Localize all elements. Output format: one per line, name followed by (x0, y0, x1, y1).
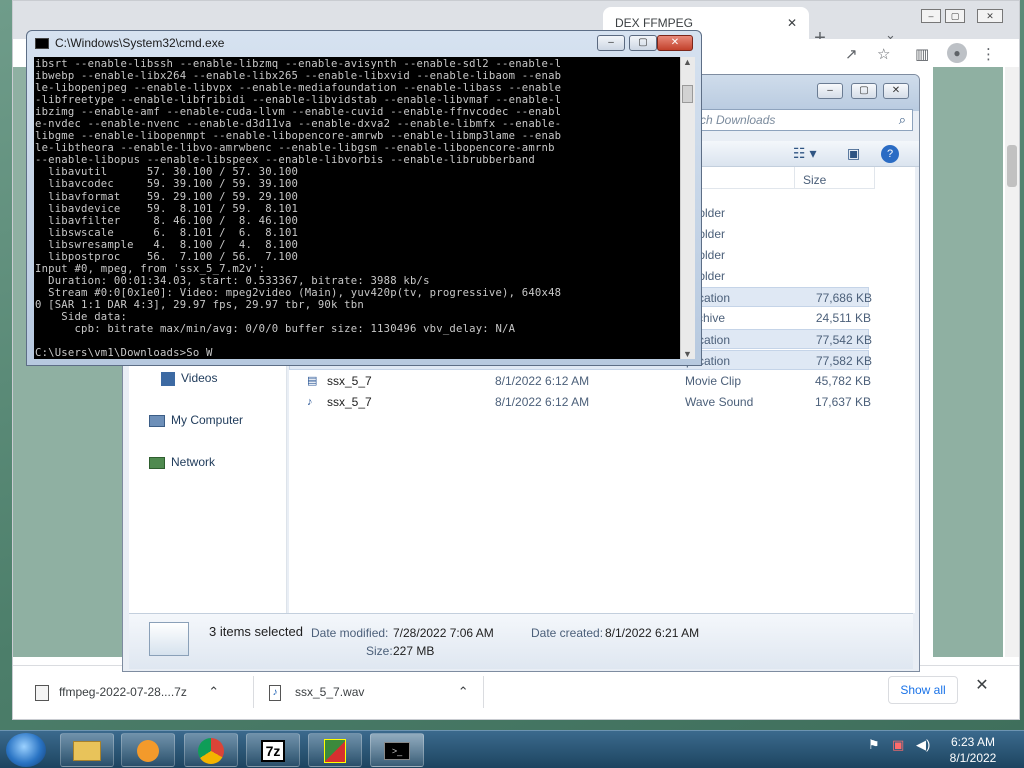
size-value: 227 MB (393, 644, 435, 658)
file-size: 17,637 KB (814, 395, 871, 409)
search-icon[interactable]: ⌕ (899, 112, 906, 128)
cmd-window-icon (35, 38, 49, 49)
nav-item-label: My Computer (171, 413, 244, 427)
explorer-search-input[interactable]: ch Downloads ⌕ (693, 109, 913, 131)
file-type: Movie Clip (685, 374, 742, 388)
nav-item-network[interactable]: Network (149, 455, 215, 469)
file-row[interactable]: ▤ ssx_5_7 8/1/2022 6:12 AM Movie Clip 45,782… (289, 371, 871, 391)
file-size: 24,511 KB (815, 311, 871, 325)
clock-time: 6:23 AM (950, 735, 996, 749)
explorer-minimize-button[interactable]: – (817, 83, 843, 99)
show-all-downloads-button[interactable]: Show all (888, 676, 958, 704)
network-status-icon[interactable]: ▣ (892, 737, 904, 753)
date-modified-label: Date modified: (311, 626, 389, 640)
download-item-audio[interactable]: ♪ ssx_5_7.wav ⌃ (269, 680, 469, 704)
download-item-archive[interactable]: ffmpeg-2022-07-28....7z ⌃ (35, 680, 219, 704)
size-label: Size: (366, 644, 393, 658)
selection-count: 3 items selected (209, 624, 303, 639)
page-scrollbar-thumb[interactable] (1007, 145, 1017, 187)
cmd-icon[interactable]: >_ (370, 733, 424, 767)
file-size: 77,582 KB (815, 354, 872, 368)
scroll-down-icon[interactable]: ▼ (683, 349, 692, 359)
cmd-window: C:\Windows\System32\cmd.exe – ▢ ✕ ibsrt … (26, 30, 702, 366)
file-size: 77,686 KB (815, 291, 872, 305)
7zip-icon[interactable]: 7z (246, 733, 300, 767)
7zip-label: 7z (260, 740, 286, 763)
details-pane: 3 items selected Date modified: 7/28/202… (129, 613, 913, 669)
browser-tab-title: DEX FFMPEG (615, 16, 694, 30)
file-size: 45,782 KB (814, 374, 871, 388)
explorer-icon[interactable] (60, 733, 114, 767)
nav-item-label: Network (171, 455, 216, 469)
file-size: 77,542 KB (815, 333, 872, 347)
cmd-scrollbar-thumb[interactable] (682, 85, 693, 103)
cmd-minimize-button[interactable]: – (597, 35, 625, 51)
network-icon (149, 456, 165, 469)
file-date: 8/1/2022 6:12 AM (495, 374, 590, 388)
volume-icon[interactable]: ◀) (916, 737, 930, 753)
file-type: Wave Sound (685, 395, 754, 409)
action-center-icon[interactable]: ⚑ (868, 737, 880, 753)
file-date: 8/1/2022 6:12 AM (495, 395, 590, 409)
start-button[interactable] (6, 733, 46, 767)
file-app-icon[interactable] (308, 733, 362, 767)
chrome-maximize-button[interactable]: ▢ (945, 9, 965, 23)
profile-avatar-icon[interactable]: ● (947, 43, 967, 63)
explorer-maximize-button[interactable]: ▢ (851, 83, 877, 99)
taskbar: 7z >_ ⚑ ▣ ◀) 6:23 AM 8/1/2022 (0, 730, 1024, 768)
share-icon[interactable]: ↗ (845, 45, 858, 63)
date-created-value: 8/1/2022 6:21 AM (605, 626, 700, 640)
download-separator (253, 676, 254, 708)
nav-item-my-computer[interactable]: My Computer (149, 413, 243, 427)
tab-close-icon[interactable]: ✕ (787, 16, 797, 30)
wave-file-icon: ♪ (307, 396, 313, 408)
audio-file-icon: ♪ (269, 684, 281, 701)
computer-icon (149, 414, 165, 427)
download-item-name: ffmpeg-2022-07-28....7z (59, 685, 187, 699)
console-text: ibsrt --enable-libssh --enable-libzmq --… (35, 58, 562, 359)
download-separator (483, 676, 484, 708)
search-placeholder: ch Downloads (700, 113, 776, 127)
bookmark-star-icon[interactable]: ☆ (877, 45, 890, 63)
download-shelf: ffmpeg-2022-07-28....7z ⌃ ♪ ssx_5_7.wav ⌃ (13, 665, 1019, 719)
chevron-up-icon[interactable]: ⌃ (458, 684, 469, 699)
selection-thumbnail-icon (149, 622, 189, 656)
cmd-window-title: C:\Windows\System32\cmd.exe (55, 36, 225, 50)
videos-icon (161, 371, 175, 386)
chevron-up-icon[interactable]: ⌃ (208, 684, 219, 699)
help-icon[interactable]: ? (881, 145, 899, 163)
close-download-shelf-icon[interactable]: ✕ (972, 676, 992, 696)
download-item-name: ssx_5_7.wav (295, 685, 365, 699)
chrome-minimize-button[interactable]: – (921, 9, 941, 23)
console-output[interactable]: ibsrt --enable-libssh --enable-libzmq --… (34, 57, 680, 359)
file-name: ssx_5_7 (327, 374, 372, 388)
preview-pane-icon[interactable]: ▣ (847, 145, 860, 162)
clock-date: 8/1/2022 (949, 751, 997, 765)
movie-file-icon: ▤ (307, 375, 318, 387)
explorer-close-button[interactable]: ✕ (883, 83, 909, 99)
media-player-icon[interactable] (121, 733, 175, 767)
scroll-up-icon[interactable]: ▲ (683, 57, 692, 67)
date-modified-value: 7/28/2022 7:06 AM (393, 626, 494, 640)
date-created-label: Date created: (531, 626, 604, 640)
chrome-menu-icon[interactable]: ⋮ (981, 45, 996, 63)
system-clock[interactable]: 6:23 AM 8/1/2022 (938, 734, 1008, 766)
chrome-icon[interactable] (184, 733, 238, 767)
chrome-close-button[interactable]: ✕ (977, 9, 1003, 23)
nav-item-label: Videos (181, 371, 218, 385)
cmd-close-button[interactable]: ✕ (657, 35, 693, 51)
side-panel-icon[interactable]: ▥ (915, 45, 929, 63)
page-background-right (933, 67, 1003, 657)
nav-item-videos[interactable]: Videos (161, 371, 217, 386)
file-row[interactable]: ♪ ssx_5_7 8/1/2022 6:12 AM Wave Sound 17,637… (289, 392, 871, 412)
column-header-size[interactable]: Size (795, 167, 875, 189)
cmd-maximize-button[interactable]: ▢ (629, 35, 657, 51)
file-name: ssx_5_7 (327, 395, 372, 409)
view-options-icon[interactable]: ☷ ▾ (793, 145, 816, 162)
archive-icon (35, 684, 49, 701)
